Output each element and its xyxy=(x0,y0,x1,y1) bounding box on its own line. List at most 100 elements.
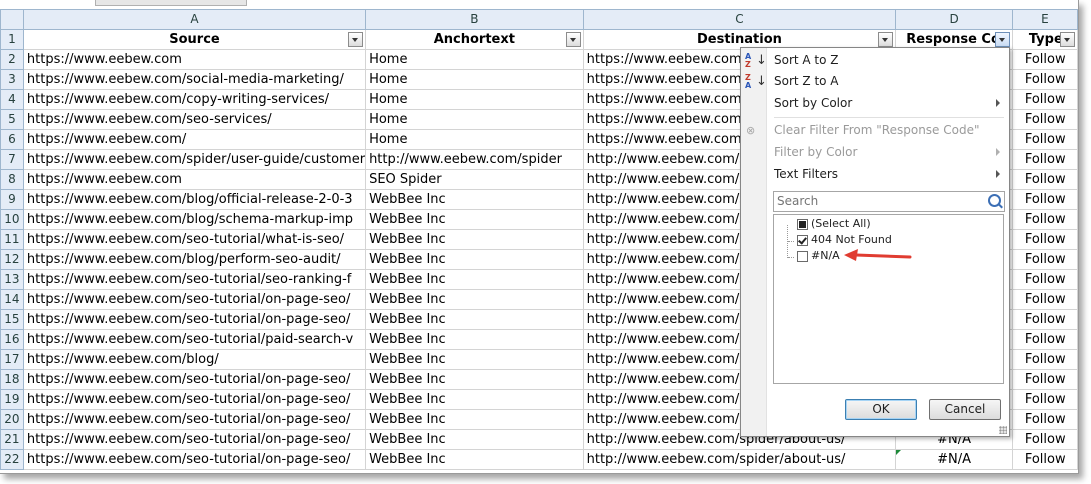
cell-source[interactable]: https://www.eebew.com/seo-tutorial/on-pa… xyxy=(22,389,367,410)
cell-source[interactable]: https://www.eebew.com/blog/schema-markup… xyxy=(22,209,367,230)
cell-source[interactable]: https://www.eebew.com xyxy=(22,49,367,70)
filter-dropdown-button-response-code[interactable] xyxy=(994,32,1010,47)
row-header[interactable]: 7 xyxy=(0,149,24,170)
cell-anchortext[interactable]: WebBee Inc xyxy=(365,369,584,390)
header-cell-type[interactable]: Type xyxy=(1011,29,1078,50)
cell-type[interactable]: Follow xyxy=(1011,69,1078,90)
cell-destination[interactable]: http://www.eebew.com/spider/about-us/ xyxy=(582,449,897,470)
ok-button[interactable]: OK xyxy=(845,399,917,420)
cell-anchortext[interactable]: WebBee Inc xyxy=(365,349,584,370)
cell-type[interactable]: Follow xyxy=(1011,429,1078,450)
cell-anchortext[interactable]: http://www.eebew.com/spider xyxy=(365,149,584,170)
filter-value-select-all[interactable]: (Select All) xyxy=(797,216,871,232)
cell-type[interactable]: Follow xyxy=(1011,269,1078,290)
cell-anchortext[interactable]: Home xyxy=(365,129,584,150)
cell-type[interactable]: Follow xyxy=(1011,229,1078,250)
row-header[interactable]: 19 xyxy=(0,389,24,410)
cell-type[interactable]: Follow xyxy=(1011,129,1078,150)
column-header-c[interactable]: C xyxy=(582,9,897,30)
row-header[interactable]: 22 xyxy=(0,449,24,470)
row-header[interactable]: 13 xyxy=(0,269,24,290)
cell-type[interactable]: Follow xyxy=(1011,169,1078,190)
cell-source[interactable]: https://www.eebew.com/seo-services/ xyxy=(22,109,367,130)
row-header[interactable]: 10 xyxy=(0,209,24,230)
cell-source[interactable]: https://www.eebew.com/seo-tutorial/seo-r… xyxy=(22,269,367,290)
row-header[interactable]: 2 xyxy=(0,49,24,70)
cell-anchortext[interactable]: Home xyxy=(365,49,584,70)
cell-source[interactable]: https://www.eebew.com/seo-tutorial/on-pa… xyxy=(22,429,367,450)
menu-item-sort-a-z[interactable]: Sort A to Z xyxy=(774,49,1004,71)
cell-source[interactable]: https://www.eebew.com/blog/official-rele… xyxy=(22,189,367,210)
cell-type[interactable]: Follow xyxy=(1011,49,1078,70)
cell-source[interactable]: https://www.eebew.com/spider/user-guide/… xyxy=(22,149,367,170)
filter-dropdown-button-source[interactable] xyxy=(348,32,364,47)
row-header[interactable]: 20 xyxy=(0,409,24,430)
cancel-button[interactable]: Cancel xyxy=(929,399,1001,420)
cell-source[interactable]: https://www.eebew.com/seo-tutorial/on-pa… xyxy=(22,449,367,470)
row-header[interactable]: 3 xyxy=(0,69,24,90)
cell-anchortext[interactable]: WebBee Inc xyxy=(365,449,584,470)
cell-source[interactable]: https://www.eebew.com/blog/ xyxy=(22,349,367,370)
cell-anchortext[interactable]: Home xyxy=(365,69,584,90)
row-header[interactable]: 21 xyxy=(0,429,24,450)
row-header[interactable]: 17 xyxy=(0,349,24,370)
row-header[interactable]: 14 xyxy=(0,289,24,310)
header-cell-source[interactable]: Source xyxy=(22,29,367,50)
cell-type[interactable]: Follow xyxy=(1011,249,1078,270)
cell-anchortext[interactable]: Home xyxy=(365,109,584,130)
row-header[interactable]: 8 xyxy=(0,169,24,190)
cell-source[interactable]: https://www.eebew.com/seo-tutorial/on-pa… xyxy=(22,289,367,310)
column-header-a[interactable]: A xyxy=(22,9,367,30)
cell-response-code[interactable]: #N/A xyxy=(895,449,1013,470)
row-header[interactable]: 6 xyxy=(0,129,24,150)
cell-anchortext[interactable]: WebBee Inc xyxy=(365,309,584,330)
cell-source[interactable]: https://www.eebew.com/ xyxy=(22,129,367,150)
cell-anchortext[interactable]: WebBee Inc xyxy=(365,229,584,250)
cell-source[interactable]: https://www.eebew.com/copy-writing-servi… xyxy=(22,89,367,110)
column-header-e[interactable]: E xyxy=(1011,9,1078,30)
cell-type[interactable]: Follow xyxy=(1011,409,1078,430)
row-header[interactable]: 16 xyxy=(0,329,24,350)
filter-value-na[interactable]: #N/A xyxy=(797,248,840,264)
row-header[interactable]: 18 xyxy=(0,369,24,390)
cell-source[interactable]: https://www.eebew.com/seo-tutorial/what-… xyxy=(22,229,367,250)
cell-type[interactable]: Follow xyxy=(1011,109,1078,130)
column-header-d[interactable]: D xyxy=(895,9,1013,30)
cell-anchortext[interactable]: WebBee Inc xyxy=(365,429,584,450)
filter-dropdown-button-type[interactable] xyxy=(1060,32,1075,47)
row-header[interactable]: 12 xyxy=(0,249,24,270)
filter-value-404[interactable]: 404 Not Found xyxy=(797,232,892,248)
cell-source[interactable]: https://www.eebew.com xyxy=(22,169,367,190)
cell-anchortext[interactable]: WebBee Inc xyxy=(365,269,584,290)
cell-type[interactable]: Follow xyxy=(1011,449,1078,470)
cell-type[interactable]: Follow xyxy=(1011,329,1078,350)
cell-anchortext[interactable]: SEO Spider xyxy=(365,169,584,190)
cell-type[interactable]: Follow xyxy=(1011,309,1078,330)
row-header[interactable]: 9 xyxy=(0,189,24,210)
cell-type[interactable]: Follow xyxy=(1011,189,1078,210)
cell-anchortext[interactable]: WebBee Inc xyxy=(365,329,584,350)
cell-source[interactable]: https://www.eebew.com/social-media-marke… xyxy=(22,69,367,90)
cell-source[interactable]: https://www.eebew.com/seo-tutorial/paid-… xyxy=(22,329,367,350)
cell-type[interactable]: Follow xyxy=(1011,89,1078,110)
resize-grip-icon[interactable] xyxy=(999,426,1007,434)
cell-source[interactable]: https://www.eebew.com/seo-tutorial/on-pa… xyxy=(22,369,367,390)
row-header[interactable]: 1 xyxy=(0,29,24,50)
cell-anchortext[interactable]: WebBee Inc xyxy=(365,249,584,270)
value-checkbox[interactable] xyxy=(797,251,808,262)
cell-anchortext[interactable]: WebBee Inc xyxy=(365,409,584,430)
row-header[interactable]: 11 xyxy=(0,229,24,250)
row-header[interactable]: 4 xyxy=(0,89,24,110)
row-header[interactable]: 15 xyxy=(0,309,24,330)
filter-dropdown-button-destination[interactable] xyxy=(878,32,894,47)
cell-anchortext[interactable]: WebBee Inc xyxy=(365,389,584,410)
value-checkbox[interactable] xyxy=(797,235,808,246)
filter-search-input[interactable] xyxy=(774,192,977,209)
cell-anchortext[interactable]: WebBee Inc xyxy=(365,209,584,230)
menu-item-text-filters[interactable]: Text Filters xyxy=(774,163,1004,185)
filter-dropdown-button-anchortext[interactable] xyxy=(565,32,581,47)
cell-anchortext[interactable]: WebBee Inc xyxy=(365,189,584,210)
cell-type[interactable]: Follow xyxy=(1011,369,1078,390)
row-header[interactable]: 5 xyxy=(0,109,24,130)
cell-type[interactable]: Follow xyxy=(1011,289,1078,310)
